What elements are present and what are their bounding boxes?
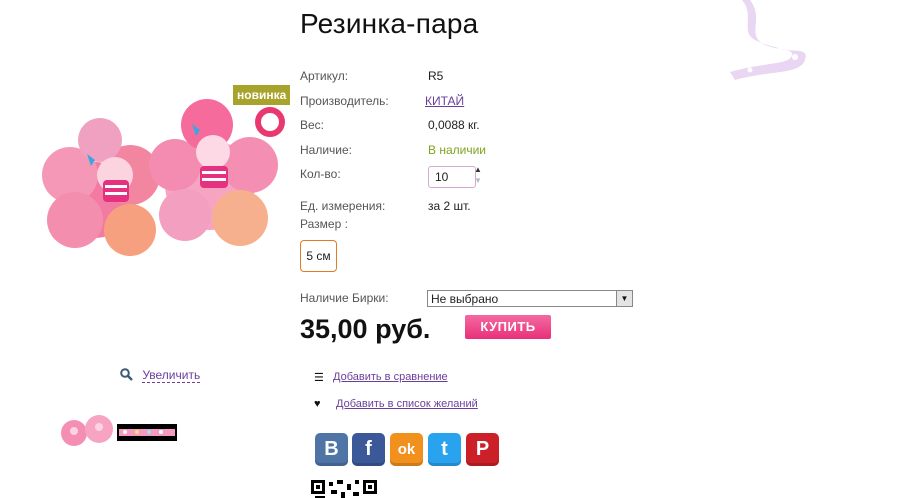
zoom-link[interactable]: Увеличить <box>120 368 201 383</box>
heart-icon: ♥ <box>314 398 321 410</box>
size-option-5cm[interactable]: 5 см <box>300 240 337 272</box>
compare-link[interactable]: Добавить в сравнение <box>333 371 448 383</box>
thumbnail-1[interactable] <box>57 411 117 451</box>
wishlist-label[interactable]: Добавить в список желаний <box>336 398 478 410</box>
weight-value: 0,0088 кг. <box>428 118 480 132</box>
buy-button[interactable]: КУПИТЬ <box>465 315 551 339</box>
qr-code-icon[interactable] <box>311 480 377 498</box>
tag-select[interactable]: Не выбрано ▼ <box>427 290 633 307</box>
size-label: Размер : <box>300 217 348 231</box>
unit-label: Ед. измерения: <box>300 199 386 213</box>
new-badge: новинка <box>233 85 291 105</box>
maker-label: Производитель: <box>300 94 389 108</box>
weight-label: Вес: <box>300 118 325 132</box>
thumbnail-2[interactable] <box>117 424 177 441</box>
tag-select-value: Не выбрано <box>431 292 499 306</box>
maker-link[interactable]: КИТАЙ <box>425 94 464 108</box>
price: 35,00 руб. <box>300 314 431 344</box>
qty-decrement-icon[interactable]: ▼ <box>474 176 482 185</box>
facebook-share-icon[interactable]: f <box>352 433 385 466</box>
product-title: Резинка-пара <box>300 8 479 39</box>
tag-label: Наличие Бирки: <box>300 291 389 305</box>
article-label: Артикул: <box>300 69 349 83</box>
twitter-share-icon[interactable]: t <box>428 433 461 466</box>
ribbon-decoration <box>730 0 806 80</box>
wishlist-link[interactable]: Добавить в список желаний <box>336 398 478 410</box>
article-value: R5 <box>428 69 444 83</box>
magnifier-icon <box>120 368 133 381</box>
stock-label: Наличие: <box>300 143 353 157</box>
qty-increment-icon[interactable]: ▲ <box>474 165 482 174</box>
unit-value: за 2 шт. <box>428 199 471 213</box>
odnoklassniki-share-icon[interactable]: ok <box>390 433 423 466</box>
compare-label[interactable]: Добавить в сравнение <box>333 371 448 383</box>
qty-label: Кол-во: <box>300 167 341 181</box>
list-icon: ☰ <box>314 372 324 384</box>
vk-share-icon[interactable]: B <box>315 433 348 466</box>
chevron-down-icon[interactable]: ▼ <box>616 291 632 306</box>
pinterest-share-icon[interactable]: P <box>466 433 499 466</box>
quantity-input[interactable]: 10 <box>428 166 476 188</box>
zoom-label[interactable]: Увеличить <box>142 368 201 383</box>
stock-status: В наличии <box>428 143 487 157</box>
